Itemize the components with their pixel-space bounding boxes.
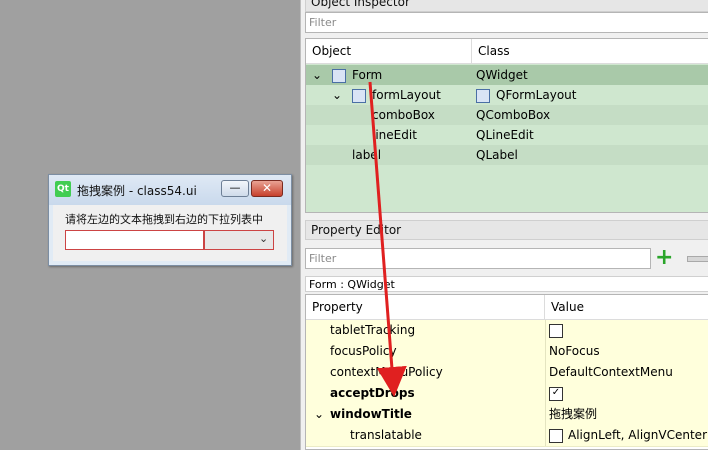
property-row-focuspolicy[interactable]: focusPolicy NoFocus bbox=[306, 341, 708, 363]
property-name: contextMenuPolicy bbox=[330, 365, 443, 379]
property-value[interactable]: DefaultContextMenu bbox=[549, 362, 673, 383]
tree-row-combobox[interactable]: comboBox QComboBox bbox=[306, 105, 708, 125]
property-class-line: Form : QWidget bbox=[305, 276, 708, 292]
property-value[interactable]: AlignLeft, AlignVCenter bbox=[568, 425, 707, 446]
tree-object-name: comboBox bbox=[372, 108, 435, 122]
tree-object-name: Form bbox=[352, 68, 383, 82]
form-line-edit[interactable] bbox=[65, 230, 204, 250]
tree-row-lineedit[interactable]: lineEdit QLineEdit bbox=[306, 125, 708, 145]
tree-class-name: QComboBox bbox=[476, 108, 551, 122]
expand-arrow-icon[interactable]: ⌄ bbox=[312, 65, 322, 85]
chevron-down-icon: ⌄ bbox=[259, 232, 269, 245]
minimize-button[interactable]: — bbox=[221, 180, 249, 197]
tree-row-label[interactable]: label QLabel bbox=[306, 145, 708, 165]
property-editor-title: Property Editor bbox=[305, 220, 708, 240]
form-combo-box[interactable]: ⌄ bbox=[204, 230, 274, 250]
property-row-windowtitle[interactable]: ⌄ windowTitle 拖拽案例 bbox=[306, 404, 708, 426]
property-value[interactable]: 拖拽案例 bbox=[549, 404, 597, 425]
tree-class-name: QLineEdit bbox=[476, 128, 534, 142]
expand-arrow-icon[interactable]: ⌄ bbox=[332, 85, 342, 105]
layout-icon bbox=[476, 89, 490, 103]
form-body: 请将左边的文本拖拽到右边的下拉列表中 ⌄ bbox=[53, 205, 287, 261]
form-label: 请将左边的文本拖拽到右边的下拉列表中 bbox=[65, 213, 263, 226]
form-preview-window[interactable]: Qt 拖拽案例 - class54.ui — ✕ 请将左边的文本拖拽到右边的下拉… bbox=[48, 174, 292, 266]
form-window-title: 拖拽案例 - class54.ui bbox=[77, 184, 197, 198]
widget-icon bbox=[332, 69, 346, 83]
object-tree[interactable]: Object Class ⌄ Form QWidget ⌄ formLayout… bbox=[305, 38, 708, 213]
tree-class-name: QLabel bbox=[476, 148, 518, 162]
property-editor-filter-input[interactable]: Filter bbox=[305, 248, 651, 269]
tree-row-form[interactable]: ⌄ Form QWidget bbox=[306, 65, 708, 85]
property-grid[interactable]: Property Value tabletTracking focusPolic… bbox=[305, 294, 708, 450]
form-title-bar[interactable]: Qt 拖拽案例 - class54.ui — ✕ bbox=[49, 175, 291, 205]
property-name: tabletTracking bbox=[330, 323, 416, 337]
close-button[interactable]: ✕ bbox=[251, 180, 283, 197]
column-header-property[interactable]: Property bbox=[306, 295, 545, 320]
property-row-translatable[interactable]: translatable AlignLeft, AlignVCenter bbox=[306, 425, 708, 447]
tree-object-name: formLayout bbox=[372, 88, 441, 102]
tree-object-name: label bbox=[352, 148, 382, 162]
qt-logo-icon: Qt bbox=[55, 181, 71, 197]
tree-row-formlayout[interactable]: ⌄ formLayout QFormLayout bbox=[306, 85, 708, 105]
property-row-acceptdrops[interactable]: acceptDrops ✓ bbox=[306, 383, 708, 405]
checkbox[interactable] bbox=[549, 429, 563, 443]
tree-object-name: lineEdit bbox=[372, 128, 417, 142]
property-name: focusPolicy bbox=[330, 344, 397, 358]
right-dock-area: Object Inspector Filter Object Class ⌄ F… bbox=[300, 0, 708, 450]
property-value[interactable]: NoFocus bbox=[549, 341, 600, 362]
layout-icon bbox=[352, 89, 366, 103]
object-inspector-filter-input[interactable]: Filter bbox=[305, 12, 708, 33]
column-header-object[interactable]: Object bbox=[306, 39, 472, 64]
remove-property-button[interactable] bbox=[687, 256, 708, 262]
tree-class-name: QFormLayout bbox=[496, 88, 577, 102]
add-property-button[interactable]: + bbox=[655, 247, 677, 270]
expand-arrow-icon[interactable]: ⌄ bbox=[314, 404, 324, 425]
column-header-value[interactable]: Value bbox=[545, 295, 708, 320]
property-name: windowTitle bbox=[330, 407, 412, 421]
property-row-tablettracking[interactable]: tabletTracking bbox=[306, 320, 708, 342]
object-inspector-title: Object Inspector bbox=[305, 0, 708, 12]
property-name: translatable bbox=[350, 428, 422, 442]
property-name: acceptDrops bbox=[330, 386, 415, 400]
property-row-contextmenupolicy[interactable]: contextMenuPolicy DefaultContextMenu bbox=[306, 362, 708, 384]
column-header-class[interactable]: Class bbox=[472, 39, 708, 64]
tree-class-name: QWidget bbox=[476, 68, 528, 82]
checkbox-checked[interactable]: ✓ bbox=[549, 387, 563, 401]
checkbox[interactable] bbox=[549, 324, 563, 338]
